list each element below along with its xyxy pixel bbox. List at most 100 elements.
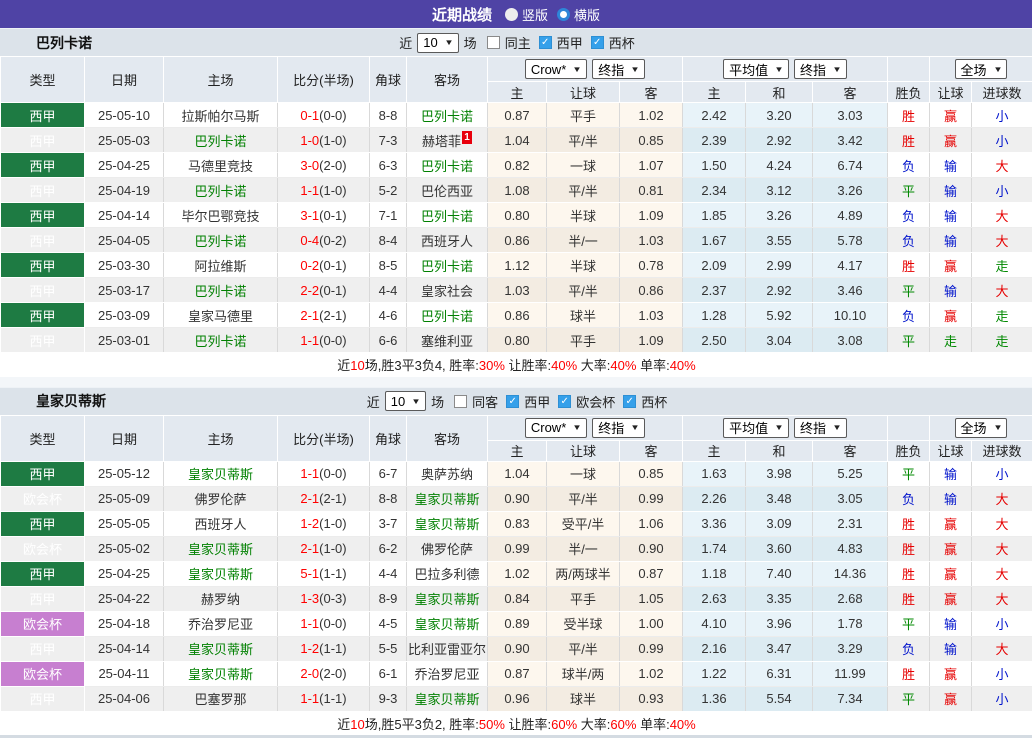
radio-on-icon[interactable] xyxy=(557,8,570,21)
average-select[interactable]: 平均值▼ xyxy=(723,59,789,79)
away-team: 佛罗伦萨 xyxy=(407,536,488,561)
date-cell: 25-05-03 xyxy=(85,128,164,153)
handicap-result-cell: 赢 xyxy=(930,303,972,328)
avg-home-odds: 2.16 xyxy=(683,636,746,661)
red-card-badge: 1 xyxy=(462,131,472,144)
avg-away-odds: 14.36 xyxy=(813,561,888,586)
radio-horizontal[interactable]: 横版 xyxy=(557,5,600,24)
radio-horizontal-label[interactable]: 横版 xyxy=(574,5,600,24)
handicap-home-odds: 0.89 xyxy=(488,611,547,636)
date-cell: 25-03-09 xyxy=(85,303,164,328)
radio-vertical-label[interactable]: 竖版 xyxy=(522,5,548,24)
league-checkbox-label[interactable]: 西杯 xyxy=(609,33,635,52)
away-team-name: 赫塔菲 xyxy=(422,134,461,149)
handicap-away-odds: 1.07 xyxy=(620,153,683,178)
col-score: 比分(半场) xyxy=(278,57,370,103)
league-checkbox-label[interactable]: 欧会杯 xyxy=(576,392,615,411)
fulltime-score: 1-1 xyxy=(300,466,319,481)
league-checkbox-欧会杯[interactable]: ✓ xyxy=(558,395,571,408)
avg-home-odds: 1.18 xyxy=(683,561,746,586)
home-team: 巴列卡诺 xyxy=(164,178,278,203)
final-odds-select[interactable]: 终指▼ xyxy=(592,418,645,438)
date-cell: 25-04-22 xyxy=(85,586,164,611)
same-side-checkbox[interactable] xyxy=(487,36,500,49)
handicap-line: 平/半 xyxy=(547,636,620,661)
avg-away-odds: 1.78 xyxy=(813,611,888,636)
final-odds-select-2[interactable]: 终指▼ xyxy=(794,418,847,438)
date-cell: 25-05-10 xyxy=(85,103,164,128)
average-odds-group: 平均值▼ 终指▼ xyxy=(683,57,888,82)
handicap-line: 一球 xyxy=(547,153,620,178)
avg-away-odds: 2.31 xyxy=(813,511,888,536)
final-odds-select[interactable]: 终指▼ xyxy=(592,59,645,79)
same-side-label[interactable]: 同客 xyxy=(472,392,498,411)
avg-draw-odds: 3.12 xyxy=(746,178,813,203)
avg-away-odds: 3.42 xyxy=(813,128,888,153)
empty-header-cell xyxy=(888,57,930,82)
score-cell: 1-2(1-1) xyxy=(278,636,370,661)
avg-draw-odds: 3.47 xyxy=(746,636,813,661)
fulltime-score: 1-2 xyxy=(300,641,319,656)
goals-result-cell: 大 xyxy=(972,228,1032,253)
handicap-result-cell: 输 xyxy=(930,278,972,303)
halftime-score: (1-1) xyxy=(319,691,346,706)
chevron-down-icon: ▼ xyxy=(774,65,784,74)
match-row: 欧会杯25-04-11皇家贝蒂斯2-0(2-0)6-1乔治罗尼亚0.87球半/两… xyxy=(1,661,1032,686)
result-cell: 胜 xyxy=(888,586,930,611)
odds-company-select[interactable]: Crow*▼ xyxy=(525,418,587,438)
league-checkbox-西甲[interactable]: ✓ xyxy=(539,36,552,49)
away-team-name: 巴列卡诺 xyxy=(421,109,473,124)
away-team: 巴列卡诺 xyxy=(407,153,488,178)
handicap-home-odds: 0.87 xyxy=(488,661,547,686)
match-row: 西甲25-05-12皇家贝蒂斯1-1(0-0)6-7奥萨苏纳1.04一球0.85… xyxy=(1,461,1032,486)
handicap-away-odds: 1.03 xyxy=(620,228,683,253)
corners-cell: 7-3 xyxy=(370,128,407,153)
near-count-select[interactable]: 10▼ xyxy=(385,391,426,411)
avg-draw-odds: 2.99 xyxy=(746,253,813,278)
score-cell: 1-1(0-0) xyxy=(278,611,370,636)
result-cell: 负 xyxy=(888,228,930,253)
radio-vertical[interactable]: 竖版 xyxy=(505,5,548,24)
handicap-home-odds: 0.90 xyxy=(488,486,547,511)
score-cell: 0-2(0-1) xyxy=(278,253,370,278)
near-count-select-value: 10 xyxy=(391,394,405,409)
home-team: 巴列卡诺 xyxy=(164,278,278,303)
matches-label: 场 xyxy=(464,33,477,52)
handicap-result-cell: 赢 xyxy=(930,128,972,153)
halftime-score: (1-0) xyxy=(319,541,346,556)
handicap-home-odds: 0.84 xyxy=(488,586,547,611)
league-checkbox-label[interactable]: 西甲 xyxy=(524,392,550,411)
fulltime-group: 全场▼ xyxy=(930,57,1032,82)
fulltime-score: 2-1 xyxy=(300,491,319,506)
league-checkbox-西杯[interactable]: ✓ xyxy=(623,395,636,408)
summary-text: 近 xyxy=(337,717,350,732)
radio-off-icon[interactable] xyxy=(505,8,518,21)
league-checkbox-西杯[interactable]: ✓ xyxy=(591,36,604,49)
average-select[interactable]: 平均值▼ xyxy=(723,418,789,438)
match-row: 西甲25-04-25皇家贝蒂斯5-1(1-1)4-4巴拉多利德1.02两/两球半… xyxy=(1,561,1032,586)
handicap-away-odds: 1.02 xyxy=(620,103,683,128)
avg-away-odds: 4.89 xyxy=(813,203,888,228)
handicap-line: 球半/两 xyxy=(547,661,620,686)
handicap-line: 平/半 xyxy=(547,278,620,303)
league-checkbox-label[interactable]: 西甲 xyxy=(557,33,583,52)
handicap-result-cell: 输 xyxy=(930,611,972,636)
league-checkbox-西甲[interactable]: ✓ xyxy=(506,395,519,408)
same-side-checkbox[interactable] xyxy=(454,395,467,408)
fulltime-select[interactable]: 全场▼ xyxy=(955,59,1008,79)
league-checkbox-label[interactable]: 西杯 xyxy=(641,392,667,411)
col-home: 主场 xyxy=(164,415,278,461)
team-name: 皇家贝蒂斯 xyxy=(36,391,106,411)
near-count-select[interactable]: 10▼ xyxy=(417,33,458,53)
handicap-result-cell: 赢 xyxy=(930,586,972,611)
odds-company-select[interactable]: Crow*▼ xyxy=(525,59,587,79)
handicap-home-odds: 0.86 xyxy=(488,228,547,253)
goals-result-cell: 小 xyxy=(972,461,1032,486)
fulltime-select[interactable]: 全场▼ xyxy=(955,418,1008,438)
match-row: 西甲25-03-09皇家马德里2-1(2-1)4-6巴列卡诺0.86球半1.03… xyxy=(1,303,1032,328)
near-label: 近 xyxy=(399,33,412,52)
final-odds-select-2[interactable]: 终指▼ xyxy=(794,59,847,79)
same-side-label[interactable]: 同主 xyxy=(505,33,531,52)
corners-cell: 5-2 xyxy=(370,178,407,203)
handicap-result-cell: 赢 xyxy=(930,103,972,128)
